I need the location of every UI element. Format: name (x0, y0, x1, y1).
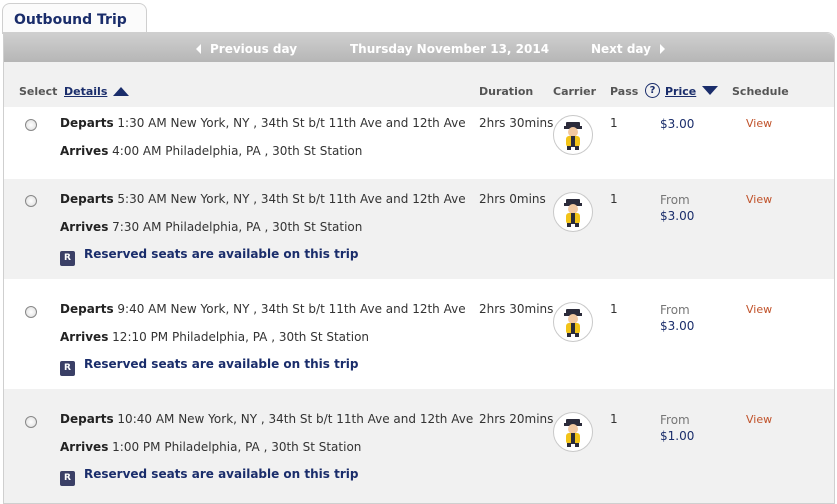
arrives-label: Arrives (60, 440, 109, 454)
departs-line: Departs 5:30 AM New York, NY , 34th St b… (60, 192, 466, 206)
reserved-seats-notice: R Reserved seats are available on this tr… (60, 357, 358, 376)
header-schedule: Schedule (732, 85, 789, 98)
header-price-sort[interactable]: Price (665, 85, 719, 98)
previous-day-link[interactable]: Previous day (196, 42, 297, 56)
price-value: $3.00 (660, 319, 695, 333)
tab-title: Outbound Trip (14, 12, 127, 28)
trips-panel: Previous day Thursday November 13, 2014 … (3, 32, 835, 504)
arrives-line: Arrives 12:10 PM Philadelphia, PA , 30th… (60, 330, 369, 344)
mascot-figure (564, 199, 582, 227)
bus-driver-mascot-icon (553, 302, 593, 342)
arrives-text: 4:00 AM Philadelphia, PA , 30th St Stati… (112, 144, 363, 158)
trip-duration: 2hrs 30mins (479, 116, 554, 130)
header-select: Select (19, 85, 58, 98)
trip-pass: 1 (610, 302, 618, 316)
departs-text: 9:40 AM New York, NY , 34th St b/t 11th … (117, 302, 466, 316)
next-day-link[interactable]: Next day (591, 42, 665, 56)
trip-price: From $1.00 (660, 412, 694, 444)
trip-pass: 1 (610, 412, 618, 426)
reserved-seats-notice: R Reserved seats are available on this tr… (60, 467, 358, 486)
departs-text: 1:30 AM New York, NY , 34th St b/t 11th … (117, 116, 466, 130)
sort-ascending-icon (113, 87, 130, 96)
departs-line: Departs 10:40 AM New York, NY , 34th St … (60, 412, 473, 426)
trip-row: Departs 1:30 AM New York, NY , 34th St b… (4, 107, 834, 179)
price-from: From (660, 303, 690, 317)
arrives-label: Arrives (60, 144, 109, 158)
departs-label: Departs (60, 116, 114, 130)
bus-driver-mascot-icon (553, 115, 593, 155)
view-schedule-link[interactable]: View (746, 413, 772, 426)
arrives-label: Arrives (60, 220, 109, 234)
header-duration: Duration (479, 85, 534, 98)
triangle-right-icon (659, 44, 665, 54)
mascot-figure (564, 419, 582, 447)
trip-duration: 2hrs 0mins (479, 192, 546, 206)
next-day-label: Next day (591, 42, 651, 56)
trip-pass: 1 (610, 192, 618, 206)
departs-line: Departs 9:40 AM New York, NY , 34th St b… (60, 302, 466, 316)
departs-text: 10:40 AM New York, NY , 34th St b/t 11th… (117, 412, 474, 426)
mascot-figure (564, 309, 582, 337)
arrives-line: Arrives 4:00 AM Philadelphia, PA , 30th … (60, 144, 362, 158)
trip-price: From $3.00 (660, 192, 694, 224)
price-from: From (660, 413, 690, 427)
help-circle-icon[interactable]: ? (645, 83, 660, 98)
arrives-text: 12:10 PM Philadelphia, PA , 30th St Stat… (112, 330, 370, 344)
header-pass: Pass (610, 85, 639, 98)
trip-price: From $3.00 (660, 302, 694, 334)
reserved-seats-notice: R Reserved seats are available on this tr… (60, 247, 358, 266)
triangle-left-icon (196, 44, 201, 54)
previous-day-label: Previous day (210, 42, 298, 56)
trip-select-radio[interactable] (25, 306, 37, 318)
price-value: $3.00 (660, 209, 695, 223)
price-value: $3.00 (660, 117, 695, 131)
mascot-figure (564, 122, 582, 150)
date-nav-bar: Previous day Thursday November 13, 2014 … (4, 33, 834, 62)
arrives-line: Arrives 7:30 AM Philadelphia, PA , 30th … (60, 220, 362, 234)
arrives-text: 1:00 PM Philadelphia, PA , 30th St Stati… (112, 440, 362, 454)
trip-price: $3.00 (660, 116, 694, 132)
trip-row: Departs 10:40 AM New York, NY , 34th St … (4, 389, 834, 503)
departs-label: Departs (60, 192, 114, 206)
reserved-seats-text: Reserved seats are available on this tri… (84, 247, 359, 261)
view-schedule-link[interactable]: View (746, 193, 772, 206)
departs-label: Departs (60, 412, 114, 426)
trip-select-radio[interactable] (25, 416, 37, 428)
tab-outbound-trip[interactable]: Outbound Trip (2, 3, 147, 34)
arrives-label: Arrives (60, 330, 109, 344)
trip-row: Departs 9:40 AM New York, NY , 34th St b… (4, 279, 834, 389)
reserved-badge-icon: R (60, 471, 75, 486)
departs-line: Departs 1:30 AM New York, NY , 34th St b… (60, 116, 466, 130)
departs-text: 5:30 AM New York, NY , 34th St b/t 11th … (117, 192, 466, 206)
reserved-seats-text: Reserved seats are available on this tri… (84, 467, 359, 481)
price-from: From (660, 193, 690, 207)
reserved-seats-text: Reserved seats are available on this tri… (84, 357, 359, 371)
view-schedule-link[interactable]: View (746, 117, 772, 130)
trip-row: Departs 5:30 AM New York, NY , 34th St b… (4, 179, 834, 279)
header-details-label: Details (64, 85, 108, 98)
header-carrier: Carrier (553, 85, 597, 98)
trip-select-radio[interactable] (25, 119, 37, 131)
header-price-label: Price (665, 85, 697, 98)
departs-label: Departs (60, 302, 114, 316)
price-value: $1.00 (660, 429, 695, 443)
bus-driver-mascot-icon (553, 192, 593, 232)
view-schedule-link[interactable]: View (746, 303, 772, 316)
trip-duration: 2hrs 30mins (479, 302, 554, 316)
bus-driver-mascot-icon (553, 412, 593, 452)
arrives-text: 7:30 AM Philadelphia, PA , 30th St Stati… (112, 220, 363, 234)
reserved-badge-icon: R (60, 251, 75, 266)
trip-select-radio[interactable] (25, 195, 37, 207)
trip-duration: 2hrs 20mins (479, 412, 554, 426)
trip-pass: 1 (610, 116, 618, 130)
header-details-sort[interactable]: Details (64, 85, 130, 98)
current-date: Thursday November 13, 2014 (350, 42, 550, 56)
reserved-badge-icon: R (60, 361, 75, 376)
sort-descending-icon (702, 86, 719, 95)
arrives-line: Arrives 1:00 PM Philadelphia, PA , 30th … (60, 440, 361, 454)
